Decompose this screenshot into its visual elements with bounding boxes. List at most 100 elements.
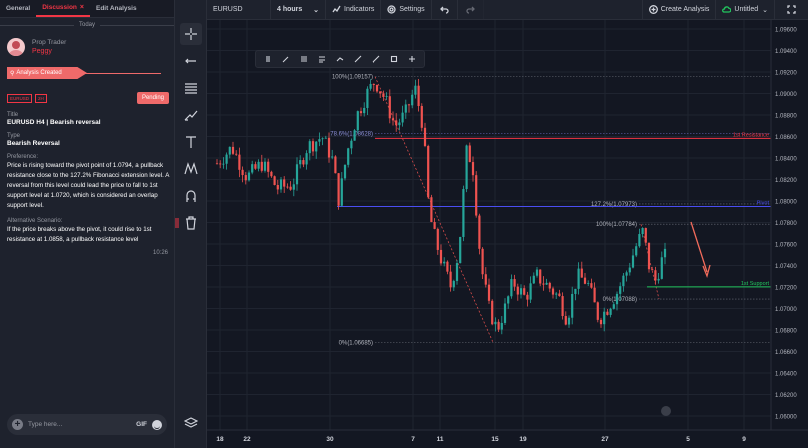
candle-body [283, 179, 286, 187]
candle-body [545, 282, 548, 285]
candle-body [347, 148, 350, 165]
candle-body [548, 282, 551, 289]
author-name[interactable]: Peggy [32, 47, 66, 56]
close-icon[interactable]: × [80, 4, 84, 11]
tab-edit-analysis[interactable]: Edit Analysis [90, 0, 143, 17]
candle-body [567, 317, 571, 325]
extended-line-icon[interactable] [371, 54, 381, 64]
rectangle-icon[interactable] [389, 54, 399, 64]
candle-body [577, 268, 580, 289]
chevron-down-icon: ⌄ [313, 6, 319, 14]
candle-body [289, 186, 292, 190]
day-separator: Today [0, 18, 174, 32]
arrow-line-tool[interactable] [180, 50, 202, 72]
fib-level-label: 0%(1.06685) [339, 340, 373, 346]
settings-button[interactable]: Settings [381, 0, 432, 20]
crosshair-tool[interactable] [180, 23, 202, 45]
price-tick-label: 1.09000 [775, 92, 797, 98]
candle-body [571, 293, 574, 318]
candle-body [411, 94, 414, 106]
candle-body [225, 154, 228, 164]
drag-handle-icon[interactable] [263, 54, 273, 64]
candle-body [273, 176, 276, 185]
candle-body [286, 186, 289, 188]
chart-topbar: EURUSD 4 hours ⌄ Indicators Settings Crea… [207, 0, 808, 20]
fib-levels-icon[interactable] [299, 54, 309, 64]
candle-body [235, 153, 238, 155]
candle-body [276, 184, 279, 190]
delete-tool[interactable] [180, 212, 202, 234]
candle-body [587, 283, 590, 284]
fullscreen-button[interactable] [774, 0, 808, 20]
tab-discussion[interactable]: Discussion × [36, 0, 90, 17]
candle-body [443, 261, 446, 264]
ray-icon[interactable] [353, 54, 363, 64]
candle-body [388, 96, 391, 119]
resistance-label: 1st Resistance [733, 132, 769, 138]
symbol-selector[interactable]: EURUSD [207, 0, 271, 20]
brush-icon[interactable] [281, 54, 291, 64]
candle-body [382, 93, 385, 97]
redo-button[interactable] [458, 0, 484, 20]
fib-extension-icon[interactable] [317, 54, 327, 64]
pattern-tool[interactable] [180, 158, 202, 180]
trendline-tool[interactable] [180, 104, 202, 126]
candle-body [433, 222, 436, 229]
candle-body [439, 249, 443, 264]
interval-label: 4 hours [277, 6, 303, 13]
title-value: EURUSD H4 | Bearish reversal [7, 119, 101, 126]
candle-body [337, 173, 340, 206]
candle-body [641, 228, 644, 235]
fullscreen-icon [787, 5, 796, 14]
magnet-tool[interactable] [180, 185, 202, 207]
layout-selector[interactable]: Untitled ⌄ [715, 0, 774, 20]
fib-level-label: 100%(1.09157) [332, 75, 373, 81]
candle-body [529, 283, 532, 300]
candle-body [519, 288, 523, 295]
candle-body [417, 85, 420, 107]
gif-button[interactable]: GIF [136, 421, 147, 428]
layout-label: Untitled [734, 6, 759, 13]
price-tick-label: 1.08600 [775, 135, 797, 141]
candlestick-chart[interactable]: 100%(1.09157) 78.6%(1.08628) 0%(1.06685) 12… [207, 20, 808, 448]
message-time: 10:26 [152, 250, 168, 256]
layers-icon [184, 417, 198, 428]
create-analysis-label: Create Analysis [660, 6, 710, 13]
plus-icon[interactable]: + [12, 419, 23, 430]
lines-tool[interactable] [180, 77, 202, 99]
tab-general[interactable]: General [0, 0, 36, 17]
layers-tool[interactable] [180, 412, 202, 434]
candle-body [654, 270, 657, 281]
candle-body [369, 83, 372, 89]
type-label: Type [7, 133, 21, 139]
interval-selector[interactable]: 4 hours ⌄ [271, 0, 326, 20]
candle-body [635, 246, 638, 256]
candle-body [359, 111, 363, 114]
avatar[interactable] [7, 38, 25, 56]
text-tool[interactable] [180, 131, 202, 153]
undo-icon [439, 6, 449, 14]
arrow-left-icon [185, 58, 196, 64]
cross-icon[interactable] [407, 54, 417, 64]
time-axis [207, 430, 808, 448]
create-analysis-button[interactable]: Create Analysis [641, 0, 716, 20]
candle-body [513, 279, 516, 287]
price-tick-label: 1.08200 [775, 178, 797, 184]
price-axis [771, 20, 808, 448]
indicators-button[interactable]: Indicators [326, 0, 382, 20]
crosshair-icon [185, 28, 197, 40]
candle-body [516, 286, 519, 295]
candle-body [385, 96, 388, 97]
undo-button[interactable] [432, 0, 458, 20]
banner-label: Analysis Created [16, 70, 62, 76]
emoji-icon[interactable] [152, 419, 162, 430]
date-tick-label: 11 [437, 436, 444, 443]
message-input[interactable] [28, 421, 137, 428]
candle-body [535, 269, 539, 276]
candle-body [251, 164, 254, 173]
candle-body [315, 141, 318, 152]
chart-area[interactable]: 100%(1.09157) 78.6%(1.08628) 0%(1.06685) 12… [207, 20, 808, 448]
tab-discussion-label: Discussion [42, 4, 77, 11]
path-icon[interactable] [335, 54, 345, 64]
pending-button[interactable]: Pending [136, 92, 169, 104]
